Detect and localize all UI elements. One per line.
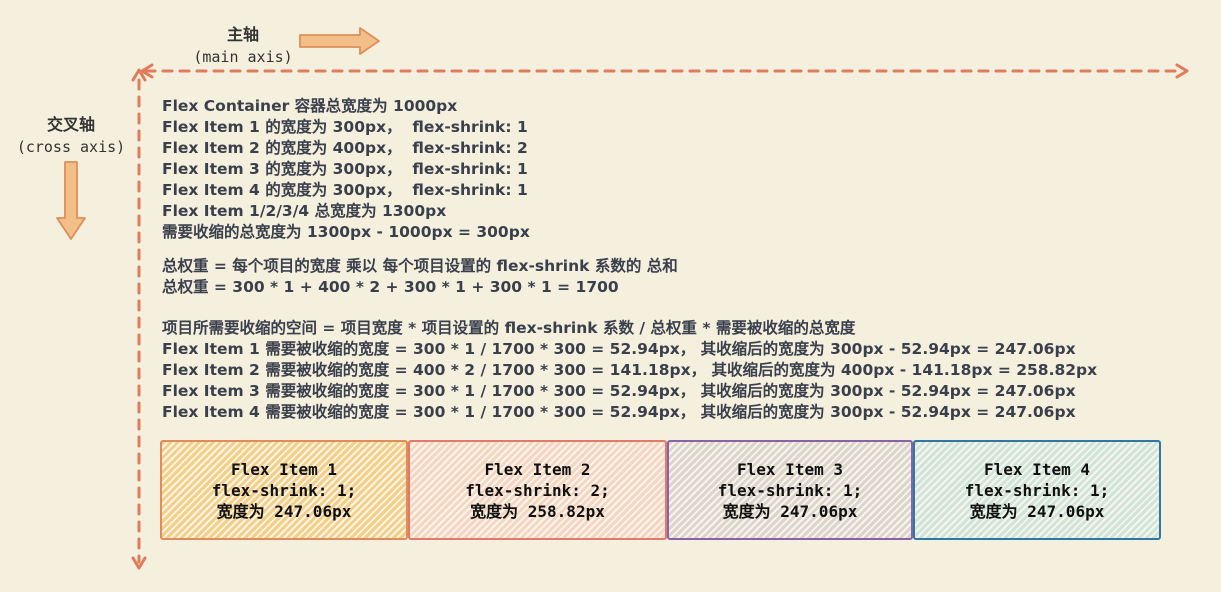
weight-line: 总权重 = 300 * 1 + 400 * 2 + 300 * 1 + 300 …	[162, 278, 619, 296]
flex-item-4-box: Flex Item 4 flex-shrink: 1; 宽度为 247.06px	[913, 440, 1161, 540]
info-line: Flex Item 4 的宽度为 300px， flex-shrink: 1	[162, 181, 528, 199]
flex-item-shrink: flex-shrink: 1;	[964, 480, 1110, 500]
info-line: 需要收缩的总宽度为 1300px - 1000px = 300px	[162, 223, 530, 241]
info-line: Flex Item 1 的宽度为 300px， flex-shrink: 1	[162, 118, 528, 136]
info-line: Flex Item 1/2/3/4 总宽度为 1300px	[162, 202, 447, 220]
info-line: Flex Item 3 的宽度为 300px， flex-shrink: 1	[162, 160, 528, 178]
flex-item-width: 宽度为 247.06px	[969, 501, 1105, 521]
explanation-text: Flex Container 容器总宽度为 1000px Flex Item 1…	[162, 96, 1097, 423]
info-line: Flex Item 2 的宽度为 400px， flex-shrink: 2	[162, 139, 528, 157]
info-line: Flex Container 容器总宽度为 1000px	[162, 97, 458, 115]
calc-line: Flex Item 4 需要被收缩的宽度 = 300 * 1 / 1700 * …	[162, 403, 1076, 421]
weight-line: 总权重 = 每个项目的宽度 乘以 每个项目设置的 flex-shrink 系数的…	[162, 257, 678, 275]
flex-item-width: 宽度为 247.06px	[216, 501, 352, 521]
calc-line: Flex Item 1 需要被收缩的宽度 = 300 * 1 / 1700 * …	[162, 340, 1076, 358]
flex-item-2-box: Flex Item 2 flex-shrink: 2; 宽度为 258.82px	[408, 440, 667, 540]
flex-item-title: Flex Item 1	[231, 459, 337, 479]
flex-item-shrink: flex-shrink: 1;	[717, 480, 863, 500]
flex-item-1-box: Flex Item 1 flex-shrink: 1; 宽度为 247.06px	[160, 440, 408, 540]
main-axis-right-arrowhead	[1175, 63, 1189, 79]
flex-item-title: Flex Item 4	[984, 459, 1090, 479]
flex-item-shrink: flex-shrink: 1;	[211, 480, 357, 500]
flex-item-title: Flex Item 2	[484, 459, 591, 479]
flex-item-width: 宽度为 258.82px	[470, 501, 605, 521]
calc-line: 项目所需要收缩的空间 = 项目宽度 * 项目设置的 flex-shrink 系数…	[162, 319, 856, 337]
calc-line: Flex Item 2 需要被收缩的宽度 = 400 * 2 / 1700 * …	[162, 361, 1098, 379]
flex-item-width: 宽度为 247.06px	[722, 501, 858, 521]
calc-line: Flex Item 3 需要被收缩的宽度 = 300 * 1 / 1700 * …	[162, 382, 1076, 400]
flex-item-shrink: flex-shrink: 2;	[465, 480, 610, 500]
flex-item-3-box: Flex Item 3 flex-shrink: 1; 宽度为 247.06px	[667, 440, 913, 540]
flex-item-title: Flex Item 3	[737, 459, 843, 479]
